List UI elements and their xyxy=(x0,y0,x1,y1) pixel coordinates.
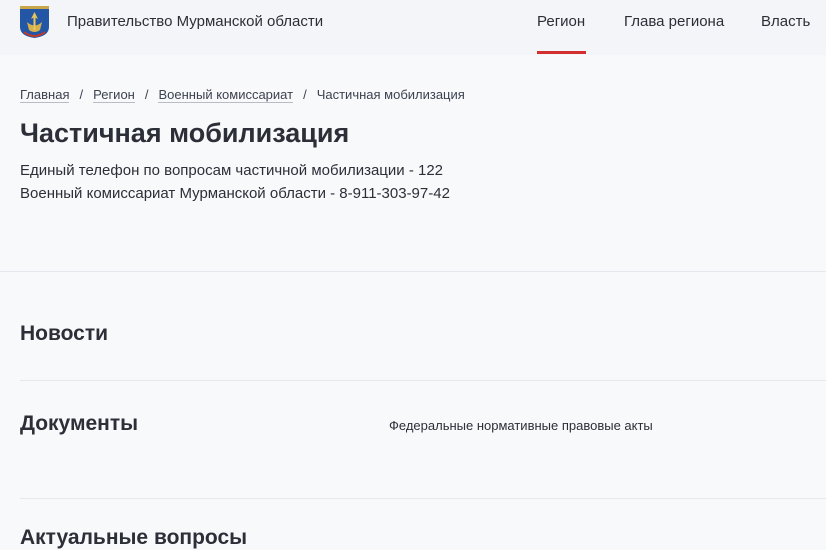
section-divider xyxy=(20,380,826,381)
breadcrumb-separator: / xyxy=(144,87,149,102)
breadcrumb-region-link[interactable]: Регион xyxy=(93,87,135,103)
documents-section-title[interactable]: Документы xyxy=(20,412,138,436)
breadcrumb-separator: / xyxy=(79,87,84,102)
commissariat-phone-info: Военный комиссариат Мурманской области -… xyxy=(20,185,450,202)
section-divider xyxy=(20,498,826,499)
federal-acts-link[interactable]: Федеральные нормативные правовые акты xyxy=(389,418,653,433)
breadcrumb: Главная / Регион / Военный комиссариат / Части… xyxy=(20,87,465,103)
nav-active-indicator xyxy=(537,51,586,54)
breadcrumb-current: Частичная мобилизация xyxy=(316,87,465,102)
faq-section-title[interactable]: Актуальные вопросы xyxy=(20,526,247,550)
breadcrumb-military-commissariat-link[interactable]: Военный комиссариат xyxy=(158,87,294,103)
content-divider xyxy=(0,271,826,272)
page-title: Частичная мобилизация xyxy=(20,118,350,148)
breadcrumb-separator: / xyxy=(303,87,307,102)
nav-item-authority[interactable]: Власть xyxy=(761,13,810,30)
hotline-info: Единый телефон по вопросам частичной моб… xyxy=(20,162,444,179)
nav-item-region[interactable]: Регион xyxy=(537,13,585,30)
site-title[interactable]: Правительство Мурманской области xyxy=(67,13,323,30)
news-section-title[interactable]: Новости xyxy=(20,322,108,346)
nav-item-head-of-region[interactable]: Глава региона xyxy=(624,13,724,30)
coat-of-arms-icon[interactable] xyxy=(19,5,50,39)
site-header: Правительство Мурманской области Регион … xyxy=(0,0,826,55)
breadcrumb-home-link[interactable]: Главная xyxy=(20,87,70,103)
